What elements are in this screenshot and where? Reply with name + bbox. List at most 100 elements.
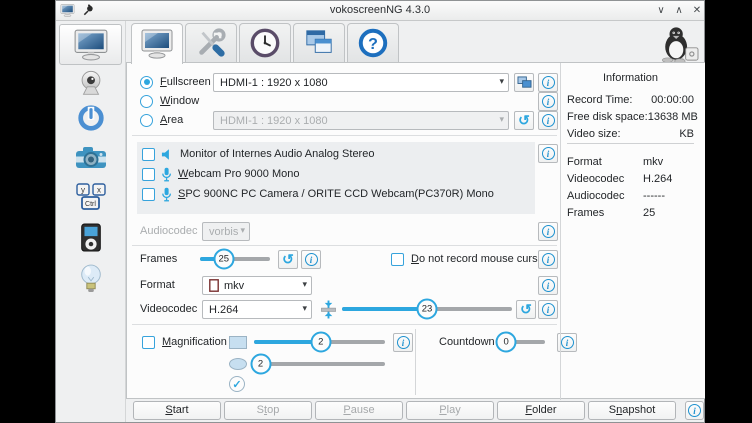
- info-format-label: Format: [567, 156, 643, 168]
- frames-label: Frames: [140, 253, 177, 265]
- quality-slider[interactable]: 23: [342, 300, 512, 318]
- info-format-value: mkv: [643, 156, 663, 168]
- audio-device-list: Monitor of Internes Audio Analog Stereo …: [137, 142, 535, 214]
- sidebar-item-screenshot[interactable]: [56, 144, 126, 172]
- audiocodec-info-button[interactable]: [538, 222, 558, 241]
- tab-help[interactable]: [347, 23, 399, 62]
- quality-reset-button[interactable]: [516, 300, 536, 319]
- info-audiocodec-label: Audiocodec: [567, 190, 643, 202]
- information-title: Information: [565, 72, 696, 84]
- magnification-info-button[interactable]: [393, 333, 413, 352]
- format-select[interactable]: mkv: [202, 276, 312, 295]
- record-time-label: Record Time:: [567, 94, 632, 106]
- frames-slider-handle[interactable]: 25: [213, 249, 234, 270]
- audio-device-label: Webcam Pro 9000 Mono: [178, 168, 299, 180]
- audio-device-row[interactable]: Webcam Pro 9000 Mono: [137, 166, 535, 182]
- no-cursor-checkbox[interactable]: [391, 253, 404, 266]
- title-bar[interactable]: vokoscreenNG 4.3.0 ∨ ∧ ✕: [56, 1, 704, 21]
- fullscreen-radio[interactable]: [140, 76, 153, 89]
- tab-timer[interactable]: [239, 23, 291, 62]
- pause-button: Pause: [315, 401, 403, 420]
- magnification-checkbox[interactable]: [142, 336, 155, 349]
- magnifier-rect-shape[interactable]: [229, 336, 247, 349]
- window-radio[interactable]: [140, 95, 153, 108]
- minimize-button[interactable]: ∨: [653, 3, 669, 19]
- magnification-size-slider[interactable]: 2: [254, 333, 385, 351]
- magnification-shape-slider[interactable]: 2: [254, 355, 385, 373]
- sidebar-item-webcam[interactable]: [56, 69, 126, 99]
- fullscreen-info-button[interactable]: [538, 73, 558, 92]
- folder-button[interactable]: Folder: [497, 401, 585, 420]
- snapshot-button[interactable]: Snapshot: [588, 401, 676, 420]
- audio-device-checkbox[interactable]: [142, 148, 155, 161]
- quality-info-button[interactable]: [538, 300, 558, 319]
- magnifier-ellipse-shape[interactable]: [229, 358, 247, 370]
- multi-screen-button[interactable]: [514, 73, 534, 92]
- action-bar: Start Stop Pause Play Folder Snapshot: [126, 397, 704, 422]
- countdown-slider[interactable]: 0: [505, 333, 545, 351]
- audio-device-row[interactable]: SPC 900NC PC Camera / ORITE CCD Webcam(P…: [137, 186, 535, 202]
- videocodec-label: Videocodec: [140, 303, 197, 315]
- clock-icon: [249, 27, 281, 59]
- area-radio[interactable]: [140, 114, 153, 127]
- maximize-button[interactable]: ∧: [671, 3, 687, 19]
- sidebar-item-screen-recorder[interactable]: [59, 24, 122, 65]
- tab-screen[interactable]: [131, 23, 183, 64]
- area-reset-button[interactable]: [514, 111, 534, 130]
- frames-reset-button[interactable]: [278, 250, 298, 269]
- stop-button: Stop: [224, 401, 312, 420]
- disk-space-value: 13638 MB: [648, 111, 698, 123]
- webcam-icon: [76, 69, 106, 99]
- info-videocodec-value: H.264: [643, 173, 672, 185]
- frames-info-button[interactable]: [301, 250, 321, 269]
- power-icon: [76, 103, 106, 133]
- fullscreen-select[interactable]: HDMI-1 : 1920 x 1080: [213, 73, 509, 92]
- info-videocodec-label: Videocodec: [567, 173, 643, 185]
- tab-windows[interactable]: [293, 23, 345, 62]
- info-frames-label: Frames: [567, 207, 643, 219]
- sidebar-item-showclick[interactable]: [56, 263, 126, 295]
- app-window: vokoscreenNG 4.3.0 ∨ ∧ ✕ Fullscreen HDMI…: [55, 0, 705, 423]
- start-button[interactable]: Start: [133, 401, 221, 420]
- microphone-icon: [161, 187, 172, 202]
- format-info-button[interactable]: [538, 276, 558, 295]
- dual-monitor-icon: [517, 76, 532, 90]
- format-label: Format: [140, 279, 175, 291]
- camera-icon: [74, 144, 108, 172]
- audiocodec-label: Audiocodec: [140, 225, 198, 237]
- frames-slider[interactable]: 25: [200, 250, 270, 268]
- area-select: HDMI-1 : 1920 x 1080: [213, 111, 509, 130]
- tab-settings[interactable]: [185, 23, 237, 62]
- sidebar-item-systray[interactable]: [56, 103, 126, 133]
- no-cursor-info-button[interactable]: [538, 250, 558, 269]
- magnification-size-handle[interactable]: 2: [310, 332, 331, 353]
- videocodec-select[interactable]: H.264: [202, 300, 312, 319]
- audio-device-row[interactable]: Monitor of Internes Audio Analog Stereo: [137, 146, 535, 162]
- mkv-file-icon: [209, 279, 219, 292]
- window-info-button[interactable]: [538, 92, 558, 111]
- information-panel: Information Record Time:00:00:00 Free di…: [565, 63, 702, 400]
- monitor-icon: [140, 29, 174, 59]
- close-button[interactable]: ✕: [689, 3, 705, 19]
- area-label: Area: [160, 114, 183, 126]
- quality-slider-handle[interactable]: 23: [417, 299, 438, 320]
- magnification-label: Magnification: [162, 336, 227, 348]
- audiocodec-select: vorbis: [202, 222, 250, 241]
- magnifier-check-circle[interactable]: [229, 376, 245, 392]
- area-info-button[interactable]: [538, 111, 558, 130]
- audio-info-button[interactable]: [538, 144, 558, 163]
- actionbar-info-button[interactable]: [685, 401, 704, 420]
- audio-device-checkbox[interactable]: [142, 168, 155, 181]
- wrench-screwdriver-icon: [195, 27, 227, 59]
- keyboard-keys-icon: [74, 181, 108, 213]
- sidebar-item-shortcuts[interactable]: [56, 181, 126, 213]
- compress-icon: [320, 300, 337, 319]
- audio-device-checkbox[interactable]: [142, 188, 155, 201]
- sidebar-item-player[interactable]: [56, 221, 126, 255]
- microphone-icon: [161, 167, 172, 182]
- video-size-value: KB: [679, 128, 694, 140]
- play-button: Play: [406, 401, 494, 420]
- info-audiocodec-value: ------: [643, 190, 665, 202]
- countdown-slider-handle[interactable]: 0: [496, 332, 517, 353]
- magnification-shape-handle[interactable]: 2: [250, 354, 271, 375]
